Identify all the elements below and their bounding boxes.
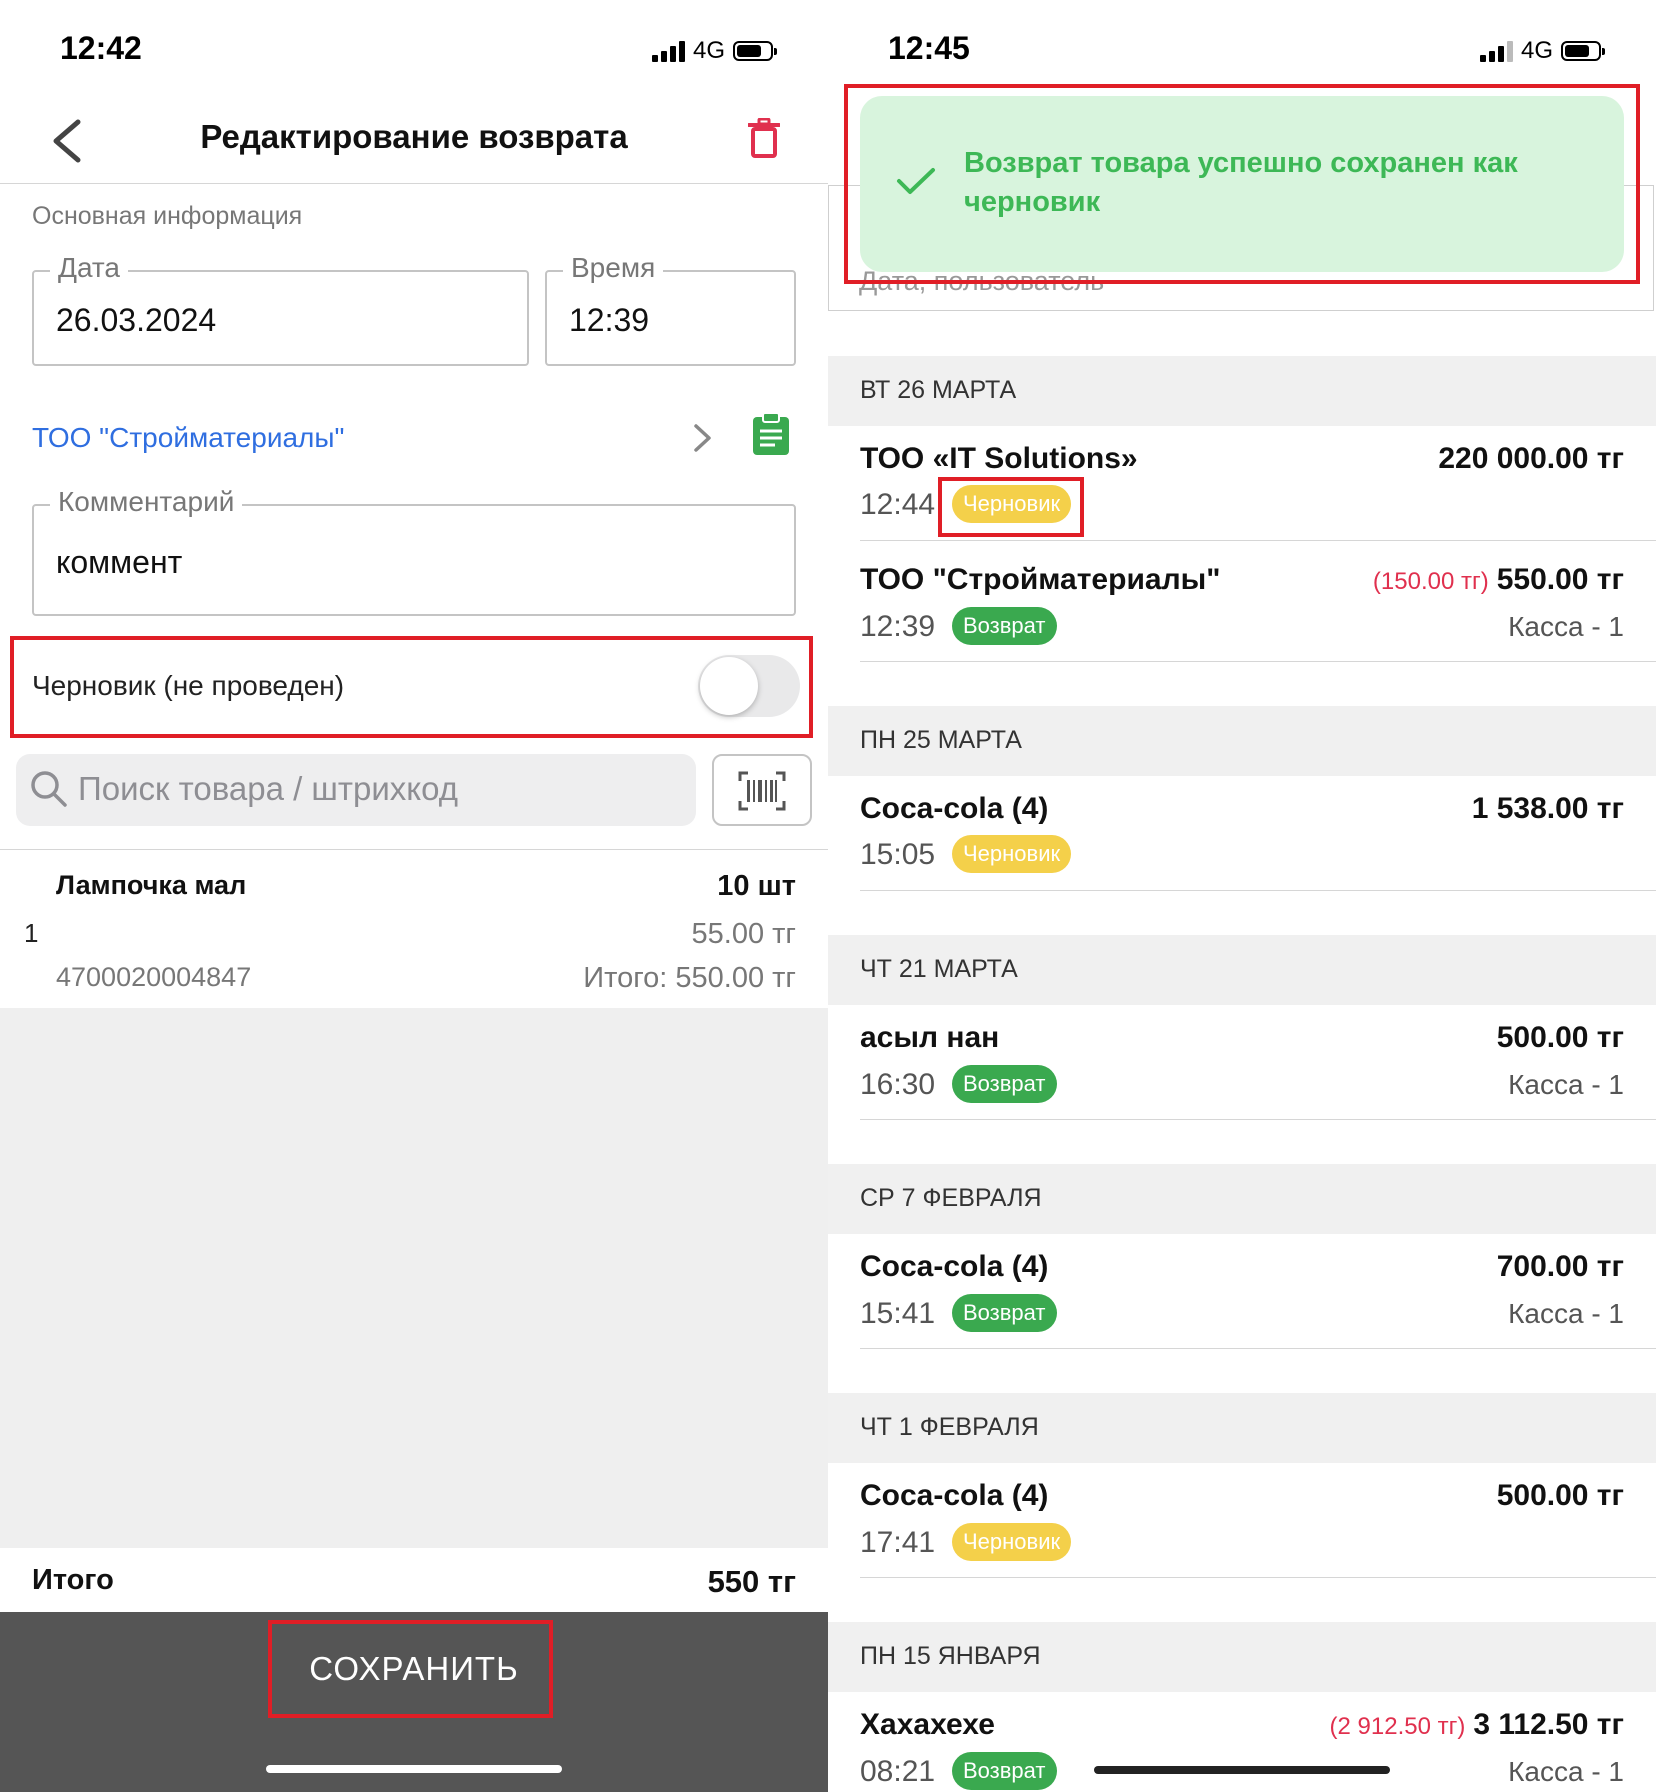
total-value: 550 тг bbox=[707, 1564, 796, 1599]
date-field-label: Дата bbox=[50, 252, 129, 284]
list-divider bbox=[0, 849, 828, 850]
trash-icon[interactable] bbox=[748, 118, 780, 158]
row-divider bbox=[860, 1577, 1656, 1578]
battery-icon bbox=[1561, 41, 1606, 61]
row-divider bbox=[860, 1119, 1656, 1120]
barcode-scan-button[interactable] bbox=[712, 754, 812, 826]
row-time: 15:41 bbox=[860, 1297, 936, 1330]
comment-field[interactable]: Комментарий коммент bbox=[32, 486, 796, 616]
row-amount: (150.00 тг) 550.00 тг bbox=[1372, 563, 1624, 596]
status-badge-return: Возврат bbox=[952, 607, 1057, 645]
product-name: Лампочка мал bbox=[56, 870, 247, 900]
row-register: Касса - 1 bbox=[1508, 1298, 1624, 1329]
status-time: 12:42 bbox=[60, 30, 142, 66]
empty-list-area bbox=[0, 1008, 828, 1548]
status-icons: 4G bbox=[652, 37, 778, 64]
row-time: 15:05 bbox=[860, 838, 936, 871]
row-divider bbox=[860, 540, 1656, 541]
row-time: 16:30 bbox=[860, 1068, 936, 1101]
date-field[interactable]: Дата 26.03.2024 bbox=[32, 252, 529, 366]
product-index: 1 bbox=[24, 918, 39, 948]
time-field-value: 12:39 bbox=[569, 302, 650, 338]
home-indicator bbox=[1094, 1766, 1390, 1774]
day-header: ВТ 26 МАРТА bbox=[828, 356, 1656, 426]
row-divider bbox=[860, 661, 1656, 662]
refund-amount: (150.00 тг) bbox=[1372, 568, 1489, 595]
row-title: Coca-cola (4) bbox=[860, 792, 1049, 825]
comment-field-label: Комментарий bbox=[50, 486, 243, 518]
network-type: 4G bbox=[693, 37, 726, 64]
chevron-right-icon[interactable] bbox=[692, 422, 714, 454]
product-price: 55.00 тг bbox=[691, 918, 797, 950]
page-title: Редактирование возврата bbox=[200, 118, 628, 155]
row-divider bbox=[860, 890, 1656, 891]
comment-field-value: коммент bbox=[56, 544, 183, 580]
status-badge-return: Возврат bbox=[952, 1752, 1057, 1790]
highlight-draft-badge bbox=[938, 477, 1084, 537]
status-icons: 4G bbox=[1480, 37, 1606, 64]
row-title: ТОО «IT Solutions» bbox=[860, 442, 1138, 475]
day-header: ПН 25 МАРТА bbox=[828, 706, 1656, 776]
status-badge-draft: Черновик bbox=[952, 835, 1072, 873]
status-badge-draft: Черновик bbox=[952, 1523, 1072, 1561]
row-title: Coca-cola (4) bbox=[860, 1479, 1049, 1512]
highlight-toast bbox=[844, 84, 1640, 284]
search-input[interactable]: Поиск товара / штрихкод bbox=[16, 754, 696, 826]
product-barcode: 4700020004847 bbox=[56, 962, 252, 992]
home-indicator bbox=[266, 1765, 562, 1773]
row-title: Coca-cola (4) bbox=[860, 1250, 1049, 1283]
row-amount: (2 912.50 тг) 3 112.50 тг bbox=[1329, 1708, 1624, 1741]
row-title: ТОО "Стройматериалы" bbox=[860, 563, 1221, 596]
network-type: 4G bbox=[1521, 37, 1554, 64]
row-amount: 500.00 тг bbox=[1496, 1479, 1624, 1512]
refund-amount: (2 912.50 тг) bbox=[1329, 1713, 1466, 1740]
row-amount: 500.00 тг bbox=[1496, 1021, 1624, 1054]
clipboard-icon[interactable] bbox=[752, 412, 790, 456]
edit-return-screen: 12:42 4G Редактирование возврата Основна… bbox=[0, 0, 828, 1792]
day-header: ПН 15 ЯНВАРЯ bbox=[828, 1622, 1656, 1692]
row-time: 08:21 bbox=[860, 1755, 936, 1788]
row-divider bbox=[860, 1348, 1656, 1349]
supplier-link[interactable]: ТОО "Стройматериалы" bbox=[32, 422, 344, 454]
barcode-icon bbox=[738, 771, 786, 811]
status-badge-return: Возврат bbox=[952, 1065, 1057, 1103]
signal-icon bbox=[652, 40, 685, 62]
row-time: 12:44 bbox=[860, 488, 936, 521]
row-time: 17:41 bbox=[860, 1526, 936, 1559]
search-placeholder: Поиск товара / штрихкод bbox=[78, 770, 458, 807]
header-divider bbox=[0, 183, 828, 184]
product-subtotal: Итого: 550.00 тг bbox=[583, 962, 796, 994]
status-time: 12:45 bbox=[888, 30, 970, 66]
row-time: 12:39 bbox=[860, 610, 936, 643]
date-field-value: 26.03.2024 bbox=[56, 302, 217, 338]
row-register: Касса - 1 bbox=[1508, 1756, 1624, 1787]
row-title: Хахахехе bbox=[860, 1708, 995, 1741]
highlight-save-button bbox=[268, 1620, 553, 1718]
row-register: Касса - 1 bbox=[1508, 611, 1624, 642]
day-header: ЧТ 21 МАРТА bbox=[828, 935, 1656, 1005]
product-qty: 10 шт bbox=[717, 870, 796, 902]
row-amount: 700.00 тг bbox=[1496, 1250, 1624, 1283]
status-badge-return: Возврат bbox=[952, 1294, 1057, 1332]
total-bar: Итого 550 тг bbox=[0, 1548, 828, 1612]
signal-icon bbox=[1480, 40, 1513, 62]
row-amount: 1 538.00 тг bbox=[1471, 792, 1624, 825]
search-icon bbox=[31, 771, 67, 807]
time-field[interactable]: Время 12:39 bbox=[545, 252, 796, 366]
total-label: Итого bbox=[32, 1564, 114, 1596]
time-field-label: Время bbox=[563, 252, 664, 284]
day-header: СР 7 ФЕВРАЛЯ bbox=[828, 1164, 1656, 1234]
battery-icon bbox=[733, 41, 778, 61]
section-label: Основная информация bbox=[32, 202, 303, 230]
day-header: ЧТ 1 ФЕВРАЛЯ bbox=[828, 1393, 1656, 1463]
row-title: асыл нан bbox=[860, 1021, 1000, 1054]
returns-list-screen: 12:45 4G Дата, пользователь Возврат това… bbox=[828, 0, 1656, 1792]
highlight-draft-toggle bbox=[10, 636, 813, 738]
row-register: Касса - 1 bbox=[1508, 1069, 1624, 1100]
row-amount: 220 000.00 тг bbox=[1438, 442, 1624, 475]
